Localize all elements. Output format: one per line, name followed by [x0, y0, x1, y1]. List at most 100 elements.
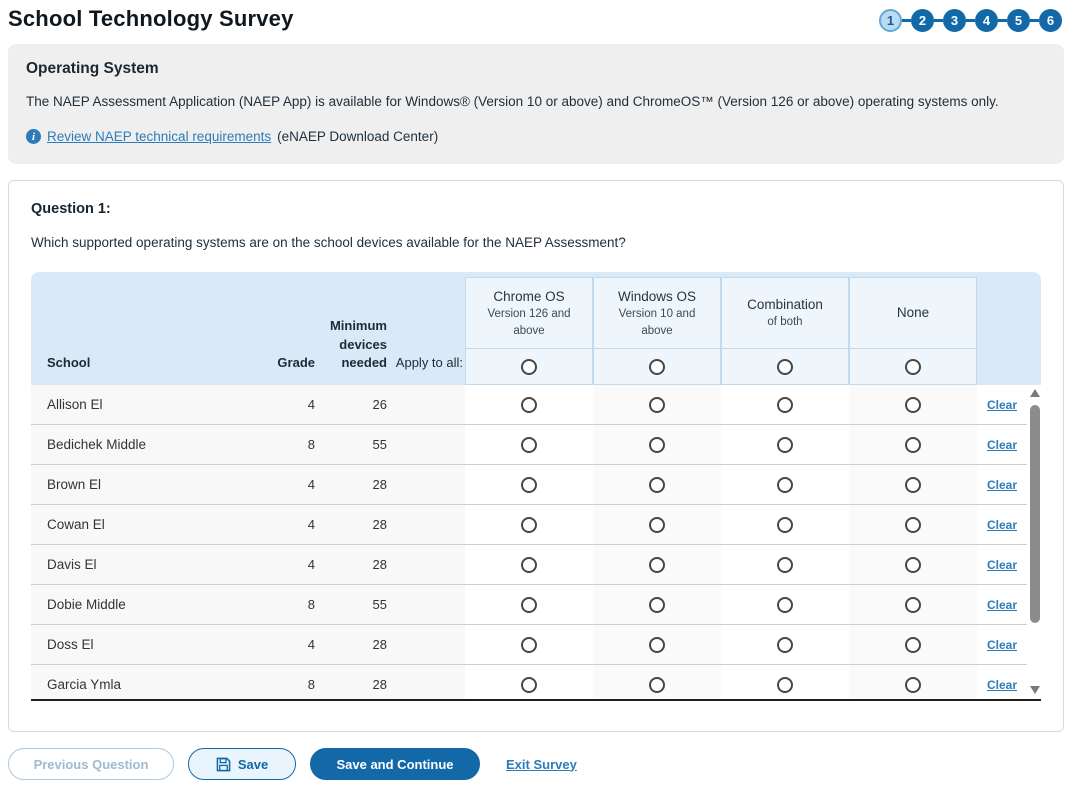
vertical-scrollbar[interactable]: [1028, 387, 1041, 696]
scrollbar-thumb[interactable]: [1030, 405, 1040, 623]
option-header-label: Windows OSVersion 10 and above: [593, 277, 721, 349]
row-radio-combination[interactable]: [777, 637, 793, 653]
clear-cell: Clear: [977, 505, 1027, 545]
row-radio-none[interactable]: [905, 597, 921, 613]
os-link-line: i Review NAEP technical requirements (eN…: [26, 129, 1046, 144]
row-radio-chrome-os[interactable]: [521, 517, 537, 533]
step-3[interactable]: 3: [943, 9, 966, 32]
grade-cell: 4: [257, 625, 317, 665]
row-radio-none[interactable]: [905, 677, 921, 693]
clear-cell: Clear: [977, 465, 1027, 505]
clear-cell: Clear: [977, 385, 1027, 425]
review-requirements-link[interactable]: Review NAEP technical requirements: [47, 129, 271, 144]
school-name-cell: Garcia Ymla: [31, 665, 257, 701]
clear-cell: Clear: [977, 585, 1027, 625]
row-radio-combination[interactable]: [777, 397, 793, 413]
row-radio-chrome-os[interactable]: [521, 397, 537, 413]
option-cell: [849, 585, 977, 625]
option-cell: [721, 465, 849, 505]
row-radio-none[interactable]: [905, 557, 921, 573]
table-body: Allison El426ClearBedichek Middle855Clea…: [31, 385, 1041, 701]
row-radio-none[interactable]: [905, 437, 921, 453]
apply-all-radio-3[interactable]: [777, 359, 793, 375]
row-radio-chrome-os[interactable]: [521, 597, 537, 613]
row-radio-combination[interactable]: [777, 437, 793, 453]
row-radio-windows-os[interactable]: [649, 477, 665, 493]
row-radio-chrome-os[interactable]: [521, 677, 537, 693]
previous-question-button[interactable]: Previous Question: [8, 748, 174, 780]
option-cell: [593, 425, 721, 465]
scroll-up-icon[interactable]: [1030, 389, 1040, 397]
apply-spacer-cell: [389, 465, 465, 505]
apply-all-radio-4[interactable]: [905, 359, 921, 375]
grade-cell: 8: [257, 425, 317, 465]
step-6[interactable]: 6: [1039, 9, 1062, 32]
row-radio-none[interactable]: [905, 637, 921, 653]
row-radio-combination[interactable]: [777, 477, 793, 493]
option-cell: [721, 425, 849, 465]
option-cell: [465, 665, 593, 701]
row-radio-none[interactable]: [905, 477, 921, 493]
clear-row-button[interactable]: Clear: [987, 478, 1017, 492]
clear-cell: Clear: [977, 425, 1027, 465]
save-floppy-icon: [216, 757, 231, 772]
apply-to-all-radio-cell: [849, 349, 977, 385]
row-radio-combination[interactable]: [777, 597, 793, 613]
row-radio-windows-os[interactable]: [649, 397, 665, 413]
school-name-cell: Brown El: [31, 465, 257, 505]
exit-survey-link[interactable]: Exit Survey: [506, 757, 577, 772]
grade-cell: 4: [257, 385, 317, 425]
save-button[interactable]: Save: [188, 748, 296, 780]
option-cell: [593, 625, 721, 665]
clear-row-button[interactable]: Clear: [987, 598, 1017, 612]
row-radio-chrome-os[interactable]: [521, 477, 537, 493]
table-row: Bedichek Middle855Clear: [31, 425, 1041, 465]
apply-all-radio-2[interactable]: [649, 359, 665, 375]
row-radio-windows-os[interactable]: [649, 517, 665, 533]
option-cell: [849, 465, 977, 505]
step-connector: [1030, 19, 1039, 22]
option-cell: [593, 545, 721, 585]
option-cell: [465, 505, 593, 545]
option-name: Windows OS: [618, 287, 696, 307]
scroll-down-icon[interactable]: [1030, 686, 1040, 694]
row-radio-combination[interactable]: [777, 517, 793, 533]
row-radio-windows-os[interactable]: [649, 597, 665, 613]
clear-row-button[interactable]: Clear: [987, 518, 1017, 532]
operating-system-panel: Operating System The NAEP Assessment App…: [8, 44, 1064, 164]
row-radio-chrome-os[interactable]: [521, 557, 537, 573]
os-link-suffix: (eNAEP Download Center): [277, 129, 438, 144]
save-and-continue-button[interactable]: Save and Continue: [310, 748, 480, 780]
row-radio-combination[interactable]: [777, 557, 793, 573]
row-radio-none[interactable]: [905, 397, 921, 413]
option-cell: [849, 425, 977, 465]
row-radio-none[interactable]: [905, 517, 921, 533]
clear-row-button[interactable]: Clear: [987, 398, 1017, 412]
column-header-grade: Grade: [257, 354, 317, 385]
apply-spacer-cell: [389, 585, 465, 625]
row-radio-windows-os[interactable]: [649, 637, 665, 653]
page-title: School Technology Survey: [8, 6, 294, 32]
clear-row-button[interactable]: Clear: [987, 638, 1017, 652]
row-radio-chrome-os[interactable]: [521, 637, 537, 653]
row-radio-windows-os[interactable]: [649, 437, 665, 453]
row-radio-combination[interactable]: [777, 677, 793, 693]
step-1-current[interactable]: 1: [879, 9, 902, 32]
school-name-cell: Allison El: [31, 385, 257, 425]
row-radio-chrome-os[interactable]: [521, 437, 537, 453]
row-radio-windows-os[interactable]: [649, 677, 665, 693]
apply-all-radio-1[interactable]: [521, 359, 537, 375]
clear-cell: Clear: [977, 625, 1027, 665]
step-5[interactable]: 5: [1007, 9, 1030, 32]
option-sublabel: Version 10 and above: [602, 306, 712, 339]
step-4[interactable]: 4: [975, 9, 998, 32]
clear-row-button[interactable]: Clear: [987, 558, 1017, 572]
row-radio-windows-os[interactable]: [649, 557, 665, 573]
clear-row-button[interactable]: Clear: [987, 678, 1017, 692]
step-2[interactable]: 2: [911, 9, 934, 32]
apply-spacer-cell: [389, 425, 465, 465]
os-selection-table: School Grade Minimum devices needed Appl…: [31, 272, 1041, 701]
question-text: Which supported operating systems are on…: [31, 235, 1041, 250]
clear-row-button[interactable]: Clear: [987, 438, 1017, 452]
option-cell: [465, 425, 593, 465]
